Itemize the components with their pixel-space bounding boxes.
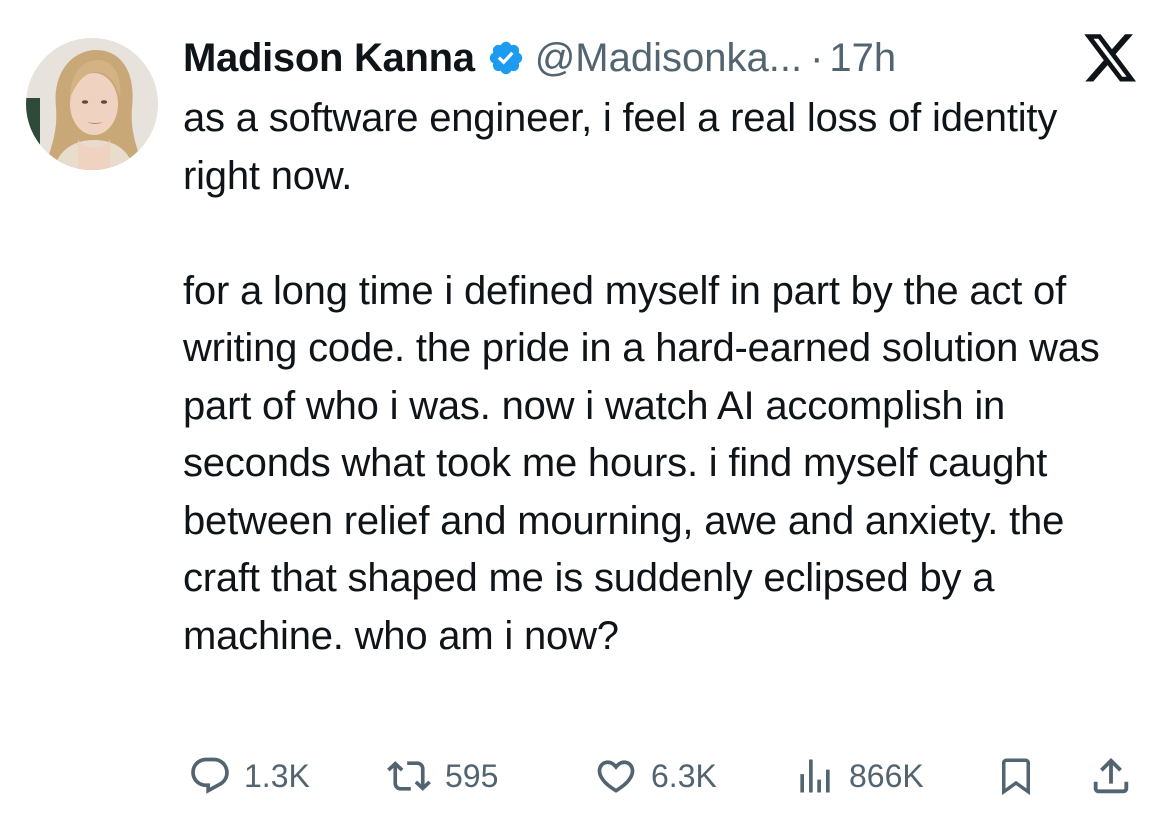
action-bar: 1.3K 595 6.3K 866K [183, 752, 1138, 800]
tweet-header: Madison Kanna @Madisonka... · 17h [183, 30, 896, 86]
like-count: 6.3K [651, 757, 717, 794]
share-icon [1088, 753, 1134, 799]
display-name[interactable]: Madison Kanna [183, 36, 475, 81]
tweet-paragraph: for a long time i defined myself in part… [183, 268, 1100, 658]
views-button[interactable]: 866K [793, 752, 924, 800]
timestamp[interactable]: 17h [829, 36, 896, 81]
views-count: 866K [849, 757, 924, 794]
heart-icon [593, 754, 639, 798]
reply-icon [188, 754, 232, 798]
like-button[interactable]: 6.3K [593, 752, 717, 800]
verified-badge-icon[interactable] [487, 39, 525, 77]
separator-dot: · [810, 35, 824, 80]
repost-icon [385, 754, 433, 798]
bookmark-icon [995, 752, 1037, 800]
share-button[interactable] [1088, 752, 1134, 800]
reply-count: 1.3K [244, 757, 310, 794]
tweet-text: as a software engineer, i feel a real lo… [183, 90, 1143, 665]
bookmark-button[interactable] [995, 752, 1037, 800]
avatar[interactable] [26, 38, 158, 170]
author-handle[interactable]: @Madisonka... [535, 36, 802, 81]
x-logo-icon[interactable] [1084, 34, 1138, 84]
views-icon [793, 754, 837, 798]
tweet-card: Madison Kanna @Madisonka... · 17h as a s… [0, 0, 1170, 837]
repost-button[interactable]: 595 [385, 752, 498, 800]
reply-button[interactable]: 1.3K [188, 752, 310, 800]
repost-count: 595 [445, 757, 499, 794]
tweet-paragraph: as a software engineer, i feel a real lo… [183, 96, 1058, 198]
